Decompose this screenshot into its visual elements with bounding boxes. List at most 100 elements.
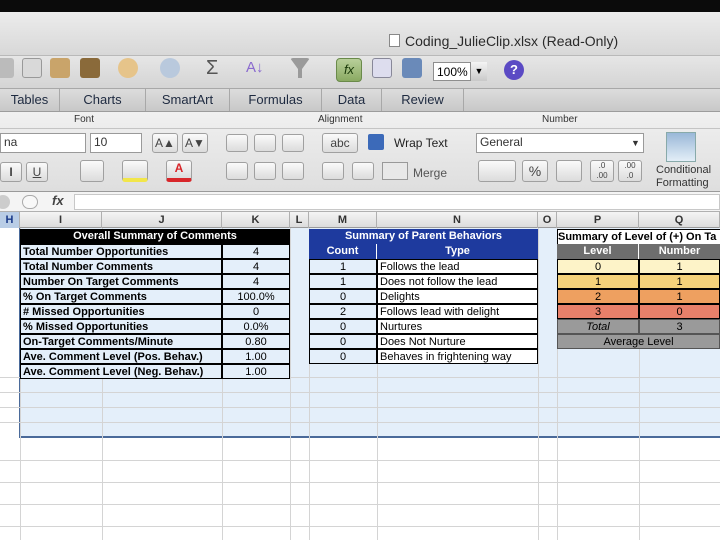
conditional-formatting-icon[interactable] [666, 132, 696, 162]
window-title: Coding_JulieClip.xlsx (Read-Only) [405, 33, 619, 49]
summary-comments-value: 100.0% [222, 289, 290, 304]
tab-tables[interactable]: Tables [0, 89, 60, 111]
cut-icon[interactable] [0, 58, 14, 78]
wrap-text-button[interactable]: Wrap Text [394, 136, 448, 150]
summary-comments-value: 4 [222, 259, 290, 274]
number-format-dropdown-icon[interactable]: ▼ [628, 134, 643, 152]
italic-button[interactable]: I [0, 162, 22, 182]
parent-behaviors-type: Follows the lead [377, 259, 538, 274]
summary-comments-label: Number On Target Comments [20, 274, 222, 289]
ribbon-divider [0, 128, 720, 129]
fill-color-icon[interactable] [122, 160, 148, 182]
gridline [0, 526, 720, 527]
summary-comments-label: On-Target Comments/Minute [20, 334, 222, 349]
percent-style-button[interactable]: % [522, 160, 548, 182]
gridline [0, 460, 720, 461]
font-size-field[interactable]: 10 [90, 133, 142, 153]
conditional-formatting-label-2[interactable]: Formatting [656, 177, 709, 189]
font-color-icon[interactable]: A [166, 160, 192, 182]
autosum-icon[interactable]: Σ [206, 58, 226, 78]
tab-charts[interactable]: Charts [60, 89, 146, 111]
align-bottom-icon[interactable] [282, 134, 304, 152]
align-right-icon[interactable] [282, 162, 304, 180]
parent-behaviors-type: Does not follow the lead [377, 274, 538, 289]
increase-decimal-button[interactable]: .0 .00 [590, 160, 614, 182]
column-header-l[interactable]: L [290, 212, 309, 228]
summary-comments-value: 1.00 [222, 364, 290, 379]
level-summary-number: 0 [639, 304, 720, 319]
parent-behaviors-type: Does Not Nurture [377, 334, 538, 349]
shrink-font-button[interactable]: A▼ [182, 133, 208, 153]
borders-icon[interactable] [80, 160, 104, 182]
tab-data[interactable]: Data [322, 89, 382, 111]
copy-icon[interactable] [22, 58, 42, 78]
column-header-h[interactable]: H [0, 212, 20, 228]
conditional-formatting-label-1[interactable]: Conditional [656, 164, 711, 176]
tab-formulas[interactable]: Formulas [230, 89, 322, 111]
parent-behaviors-count: 1 [309, 259, 377, 274]
merge-button[interactable]: Merge [413, 166, 447, 180]
parent-behaviors-type: Behaves in frightening way [377, 349, 538, 364]
increase-indent-icon[interactable] [352, 162, 374, 180]
group-label-number: Number [542, 114, 578, 125]
parent-behaviors-title: Summary of Parent Behaviors [309, 229, 538, 244]
format-painter-icon[interactable] [80, 58, 100, 78]
column-header-j[interactable]: J [102, 212, 222, 228]
summary-comments-value: 0.80 [222, 334, 290, 349]
level-summary-level: 1 [557, 274, 639, 289]
screen-top-bar [0, 0, 720, 12]
tab-smartart[interactable]: SmartArt [146, 89, 230, 111]
align-top-icon[interactable] [226, 134, 248, 152]
formula-input[interactable] [74, 194, 720, 210]
level-summary-level: 0 [557, 259, 639, 274]
level-summary-level: 3 [557, 304, 639, 319]
column-header-i[interactable]: I [20, 212, 102, 228]
parent-behaviors-count-header: Count [309, 244, 377, 259]
align-center-icon[interactable] [254, 162, 276, 180]
number-format-field[interactable]: General [476, 133, 644, 153]
parent-behaviors-count: 0 [309, 289, 377, 304]
toolbox-icon[interactable] [402, 58, 422, 78]
parent-behaviors-count: 0 [309, 349, 377, 364]
align-left-icon[interactable] [226, 162, 248, 180]
summary-comments-label: Total Number Opportunities [20, 244, 222, 259]
parent-behaviors-count: 0 [309, 319, 377, 334]
accounting-format-icon[interactable] [478, 160, 516, 182]
undo-icon[interactable] [118, 58, 138, 78]
zoom-dropdown-arrow[interactable]: ▼ [470, 62, 487, 81]
column-header-p[interactable]: P [557, 212, 639, 228]
column-header-q[interactable]: Q [639, 212, 720, 228]
function-button[interactable]: fx [336, 58, 362, 82]
level-summary-number-header: Number [639, 244, 720, 259]
column-header-n[interactable]: N [377, 212, 538, 228]
grow-font-button[interactable]: A▲ [152, 133, 178, 153]
decrease-indent-icon[interactable] [322, 162, 344, 180]
parent-behaviors-type: Delights [377, 289, 538, 304]
redo-icon[interactable] [160, 58, 180, 78]
column-headers: H I J K L M N O P Q [0, 212, 720, 228]
column-header-k[interactable]: K [222, 212, 290, 228]
gallery-icon[interactable] [372, 58, 392, 78]
column-header-m[interactable]: M [309, 212, 377, 228]
parent-behaviors-type: Nurtures [377, 319, 538, 334]
help-icon[interactable]: ? [504, 60, 524, 80]
summary-comments-label: Ave. Comment Level (Pos. Behav.) [20, 349, 222, 364]
font-name-field[interactable]: na [0, 133, 86, 153]
decrease-decimal-button[interactable]: .00 .0 [618, 160, 642, 182]
document-icon [389, 34, 400, 47]
parent-behaviors-count: 2 [309, 304, 377, 319]
insert-function-icon[interactable]: fx [52, 193, 64, 208]
merge-icon [382, 162, 408, 180]
comma-style-icon[interactable] [556, 160, 582, 182]
align-middle-icon[interactable] [254, 134, 276, 152]
sort-icon[interactable]: A↓ [246, 58, 266, 78]
paste-icon[interactable] [50, 58, 70, 78]
tab-review[interactable]: Review [382, 89, 464, 111]
enter-icon[interactable] [22, 195, 38, 209]
summary-comments-value: 4 [222, 244, 290, 259]
level-summary-number: 1 [639, 274, 720, 289]
group-label-font: Font [74, 114, 95, 125]
text-orientation-button[interactable]: abc [322, 133, 358, 153]
column-header-o[interactable]: O [538, 212, 557, 228]
underline-button[interactable]: U [26, 162, 48, 182]
